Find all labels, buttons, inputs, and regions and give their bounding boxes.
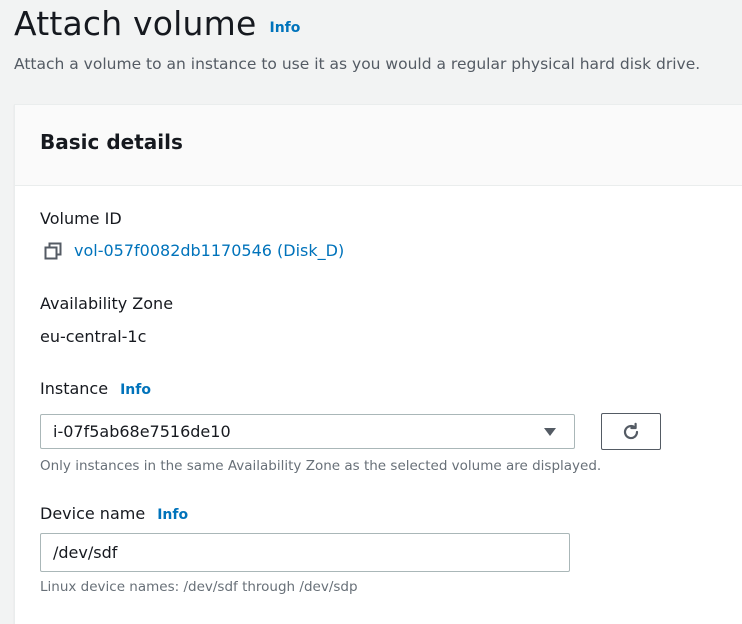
volume-id-label: Volume ID [40,209,122,228]
volume-id-label-text: Volume ID [40,209,122,228]
device-name-info-link[interactable]: Info [157,507,188,523]
instance-info-link[interactable]: Info [120,382,151,398]
page-description: Attach a volume to an instance to use it… [14,55,701,73]
volume-id-value[interactable]: vol-057f0082db1170546 (Disk_D) [74,241,344,260]
instance-label: Instance Info [40,379,151,398]
device-name-input[interactable] [40,533,570,572]
caret-down-icon [544,428,556,436]
copy-icon[interactable] [44,242,62,260]
instance-selected-value: i-07f5ab68e7516de10 [53,422,231,441]
page-header: Attach volume Info [14,4,300,43]
device-name-hint: Linux device names: /dev/sdf through /de… [40,579,358,595]
refresh-button[interactable] [601,413,661,450]
instance-select[interactable]: i-07f5ab68e7516de10 [40,414,575,449]
refresh-icon [621,422,641,442]
volume-id-link[interactable]: vol-057f0082db1170546 (Disk_D) [44,241,344,260]
availability-zone-label: Availability Zone [40,294,173,313]
basic-details-panel: Basic details Volume ID vol-057f0082db11… [14,104,742,624]
device-name-label: Device name Info [40,504,188,523]
device-name-label-text: Device name [40,504,146,523]
availability-zone-label-text: Availability Zone [40,294,174,313]
instance-label-text: Instance [40,379,109,398]
instance-hint: Only instances in the same Availability … [40,458,602,474]
page-title: Attach volume [14,4,257,43]
header-info-link[interactable]: Info [270,20,301,36]
panel-header: Basic details [15,105,742,186]
availability-zone-value: eu-central-1c [40,327,147,346]
attach-volume-page: Attach volume Info Attach a volume to an… [0,0,742,624]
panel-title: Basic details [40,130,183,154]
